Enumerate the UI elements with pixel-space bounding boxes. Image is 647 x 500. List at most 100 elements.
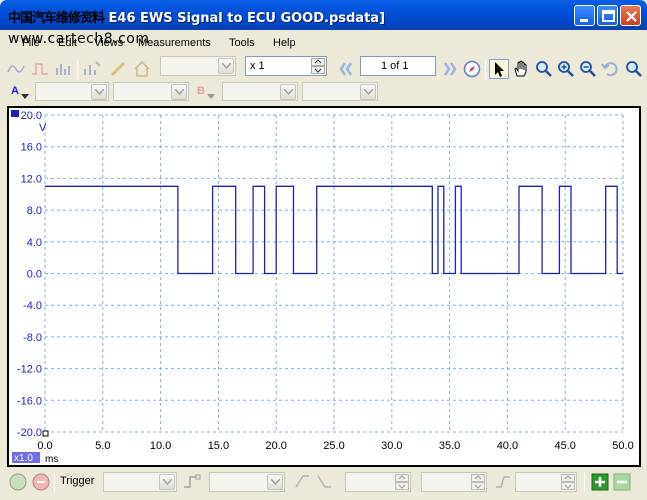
trigger-source-select[interactable] <box>209 472 285 492</box>
chevron-down-icon <box>360 84 376 100</box>
chevron-down-icon <box>159 474 175 490</box>
x-tick-label: 25.0 <box>323 440 344 452</box>
start-button[interactable] <box>8 472 28 492</box>
channel-b-button[interactable]: B <box>197 85 219 101</box>
toolbar-separator <box>584 472 585 492</box>
chevron-down-icon <box>218 58 234 74</box>
trigger-delay-spinner[interactable] <box>421 472 487 492</box>
rising-edge-icon[interactable] <box>293 472 313 492</box>
pre-trigger-spinner[interactable] <box>515 472 577 492</box>
waveform-plot[interactable]: 20.0 16.0 12.0 8.0 4.0 0.0 -4.0 -8.0 -12.0 -16.0 -… <box>9 108 639 465</box>
trigger-toolbar: Trigger <box>0 468 647 496</box>
chevron-down-icon <box>171 84 187 100</box>
probe-icon[interactable] <box>108 59 128 79</box>
y-tick-label: 0.0 <box>27 269 42 281</box>
add-measurement-icon[interactable] <box>590 472 610 492</box>
trigger-mode-select[interactable] <box>103 472 177 492</box>
zoom-factor-value: x 1 <box>250 60 265 72</box>
zoom-icon[interactable] <box>534 59 554 79</box>
trigger-edge-icon[interactable] <box>182 472 202 492</box>
close-button[interactable] <box>620 5 641 26</box>
maximize-button[interactable] <box>597 5 618 26</box>
title-bar: 中国汽车维修资料 E46 EWS Signal to ECU GOOD.psda… <box>0 0 647 30</box>
y-tick-label: 12.0 <box>21 173 42 185</box>
chevron-down-icon <box>21 94 29 99</box>
channel-a-button[interactable]: A <box>11 85 31 101</box>
x-unit-label: ms <box>45 454 58 465</box>
x-zoom-badge: x1.0 <box>14 453 33 464</box>
channel-b-coupling-select[interactable] <box>222 82 298 101</box>
next-page-icon[interactable] <box>439 59 459 79</box>
channel-a-label: A <box>11 85 19 97</box>
y-tick-label: -4.0 <box>23 300 42 312</box>
persistence-mode-icon[interactable] <box>30 59 50 79</box>
x-tick-label: 0.0 <box>37 440 52 452</box>
minimize-button[interactable] <box>574 5 595 26</box>
toolbar-separator <box>485 60 486 80</box>
page-indicator-value: 1 of 1 <box>381 60 409 72</box>
zoom-out-icon[interactable] <box>578 59 598 79</box>
math-channel-icon[interactable] <box>82 59 102 79</box>
trigger-threshold-spinner[interactable] <box>345 472 411 492</box>
title-text: E46 EWS Signal to ECU GOOD.psdata] <box>108 11 386 26</box>
y-tick-label: 4.0 <box>27 237 42 249</box>
advanced-trigger-icon[interactable] <box>493 472 513 492</box>
zoom-in-icon[interactable] <box>556 59 576 79</box>
stop-button[interactable] <box>31 472 51 492</box>
previous-page-icon[interactable] <box>337 59 357 79</box>
zoom-overview-icon[interactable] <box>624 59 644 79</box>
x-tick-label: 15.0 <box>208 440 229 452</box>
spectrum-mode-icon[interactable] <box>54 59 74 79</box>
chevron-down-icon <box>91 84 107 100</box>
x-tick-label: 50.0 <box>612 440 633 452</box>
hand-tool-icon[interactable] <box>511 59 531 79</box>
page-indicator-field[interactable]: 1 of 1 <box>360 56 436 76</box>
falling-edge-icon[interactable] <box>315 472 335 492</box>
x-tick-label: 20.0 <box>265 440 286 452</box>
x-tick-label: 5.0 <box>95 440 110 452</box>
scope-view[interactable]: 20.0 16.0 12.0 8.0 4.0 0.0 -4.0 -8.0 -12.0 -16.0 -… <box>7 106 641 467</box>
x-axis-ticks: 0.0 5.0 10.0 15.0 20.0 25.0 30.0 35.0 40.0 45.0 50… <box>37 440 633 452</box>
chevron-down-icon <box>207 94 215 99</box>
y-tick-label: -8.0 <box>23 332 42 344</box>
y-tick-label: -20.0 <box>17 427 42 439</box>
undo-zoom-icon[interactable] <box>600 59 620 79</box>
y-axis-ticks: 20.0 16.0 12.0 8.0 4.0 0.0 -4.0 -8.0 -12.0 -16.0 -… <box>17 110 42 439</box>
y-tick-label: 16.0 <box>21 142 42 154</box>
x-tick-label: 40.0 <box>497 440 518 452</box>
spinner-arrows-icon[interactable] <box>471 474 485 490</box>
title-prefix-cn: 中国汽车维修资料 <box>8 11 105 26</box>
y-tick-label: 20.0 <box>21 110 42 122</box>
home-icon[interactable] <box>132 59 152 79</box>
y-tick-label: 8.0 <box>27 205 42 217</box>
y-unit-label: V <box>39 122 47 134</box>
spinner-arrows-icon[interactable] <box>395 474 409 490</box>
spinner-arrows-icon[interactable] <box>311 58 325 74</box>
channel-b-range-select[interactable] <box>302 82 378 101</box>
channel-a-range-select[interactable] <box>113 82 189 101</box>
channel-toolbar: A B <box>0 82 647 104</box>
menu-tools[interactable]: Tools <box>229 37 255 49</box>
chevron-down-icon <box>267 474 283 490</box>
x-tick-label: 30.0 <box>381 440 402 452</box>
x-tick-label: 35.0 <box>439 440 460 452</box>
spinner-arrows-icon[interactable] <box>561 474 575 490</box>
menu-help[interactable]: Help <box>273 37 296 49</box>
scope-mode-icon[interactable] <box>6 59 26 79</box>
timebase-select[interactable] <box>160 56 236 76</box>
x-tick-label: 45.0 <box>554 440 575 452</box>
window-title: 中国汽车维修资料 E46 EWS Signal to ECU GOOD.psda… <box>8 7 385 26</box>
channel-a-coupling-select[interactable] <box>35 82 109 101</box>
watermark: www.cartech8.com <box>8 31 150 47</box>
trigger-marker[interactable] <box>42 430 49 437</box>
y-tick-label: -12.0 <box>17 364 42 376</box>
y-tick-label: -16.0 <box>17 395 42 407</box>
main-toolbar: x 1 1 of 1 <box>0 56 647 82</box>
plot-grid <box>44 114 624 433</box>
compass-icon[interactable] <box>462 59 482 79</box>
trigger-label: Trigger <box>60 475 95 487</box>
remove-measurement-icon[interactable] <box>612 472 632 492</box>
pointer-tool-icon[interactable] <box>489 59 509 79</box>
zoom-factor-spinner[interactable]: x 1 <box>245 56 327 76</box>
x-tick-label: 10.0 <box>150 440 171 452</box>
